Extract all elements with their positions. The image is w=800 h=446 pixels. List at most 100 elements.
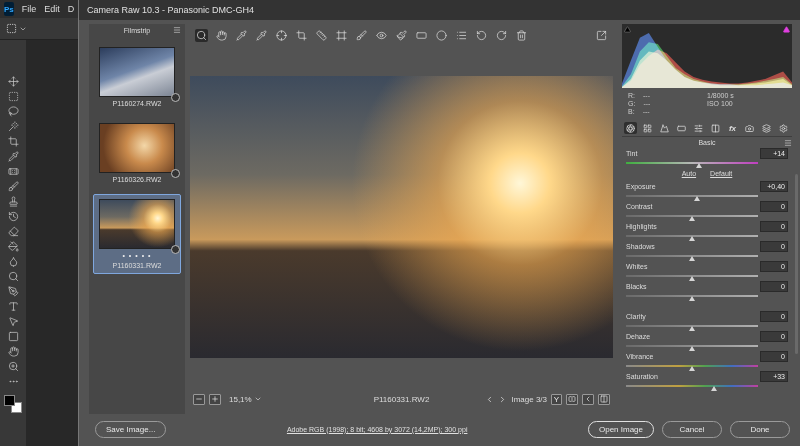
- slider-value[interactable]: 0: [760, 241, 788, 252]
- photoshop-logo[interactable]: Ps: [4, 2, 14, 16]
- rotate-right-button[interactable]: [495, 29, 508, 42]
- panel-tab[interactable]: [709, 122, 722, 134]
- slider-thumb[interactable]: [689, 326, 695, 331]
- slider-track[interactable]: [626, 195, 758, 197]
- paint-bucket-icon[interactable]: [8, 241, 19, 252]
- panel-tab[interactable]: [675, 122, 688, 134]
- menu-item[interactable]: D: [68, 4, 75, 14]
- scrollbar[interactable]: [795, 174, 798, 354]
- zoom-out-button[interactable]: [193, 394, 205, 405]
- panel-tab[interactable]: [777, 122, 790, 134]
- next-icon[interactable]: [498, 395, 507, 404]
- zoom-button[interactable]: [195, 29, 208, 42]
- auto-link[interactable]: Auto: [682, 170, 696, 177]
- slider-value[interactable]: +0,40: [760, 181, 788, 192]
- slider-track[interactable]: [626, 385, 758, 387]
- slider-value[interactable]: 0: [760, 221, 788, 232]
- slider-value[interactable]: +33: [760, 371, 788, 382]
- color-swatches[interactable]: [4, 395, 22, 413]
- red-eye-button[interactable]: [375, 29, 388, 42]
- blur-icon[interactable]: [8, 256, 19, 267]
- eyedropper-icon[interactable]: [8, 151, 19, 162]
- menu-icon[interactable]: [784, 139, 792, 147]
- trash-button[interactable]: [515, 29, 528, 42]
- slider-thumb[interactable]: [689, 236, 695, 241]
- crop-button[interactable]: [295, 29, 308, 42]
- straighten-button[interactable]: [315, 29, 328, 42]
- path-select-icon[interactable]: [8, 316, 19, 327]
- shape-icon[interactable]: [8, 331, 19, 342]
- slider-thumb[interactable]: [689, 296, 695, 301]
- crop-icon[interactable]: [8, 136, 19, 147]
- menu-item[interactable]: Edit: [44, 4, 60, 14]
- menu-item[interactable]: File: [22, 4, 37, 14]
- workflow-options-link[interactable]: Adobe RGB (1998); 8 bit; 4608 by 3072 (1…: [174, 426, 580, 433]
- panel-tab[interactable]: [692, 122, 705, 134]
- zoom-icon[interactable]: [8, 361, 19, 372]
- slider-thumb[interactable]: [696, 163, 702, 168]
- history-brush-icon[interactable]: [8, 211, 19, 222]
- adjustment-brush-button[interactable]: [395, 29, 408, 42]
- slider-value[interactable]: 0: [760, 261, 788, 272]
- target-adjust-button[interactable]: [275, 29, 288, 42]
- filmstrip-item[interactable]: P1160274.RW2: [93, 42, 181, 112]
- slider-track[interactable]: [626, 275, 758, 277]
- slider-value[interactable]: 0: [760, 201, 788, 212]
- slider-thumb[interactable]: [689, 256, 695, 261]
- slider-track[interactable]: [626, 365, 758, 367]
- panel-tab[interactable]: [624, 122, 637, 134]
- zoom-in-button[interactable]: [209, 394, 221, 405]
- slider-thumb[interactable]: [694, 196, 700, 201]
- slider-thumb[interactable]: [689, 346, 695, 351]
- panel-tab[interactable]: [658, 122, 671, 134]
- previous-icon[interactable]: [485, 395, 494, 404]
- hand-button[interactable]: [215, 29, 228, 42]
- radial-filter-button[interactable]: [435, 29, 448, 42]
- stamp-icon[interactable]: [8, 196, 19, 207]
- preview-image[interactable]: [190, 76, 613, 358]
- slider-value[interactable]: 0: [760, 281, 788, 292]
- slider-thumb[interactable]: [689, 216, 695, 221]
- white-balance-button[interactable]: [235, 29, 248, 42]
- thumbnail[interactable]: [99, 123, 175, 173]
- menu-icon[interactable]: [173, 26, 181, 34]
- hand-icon[interactable]: [8, 346, 19, 357]
- lasso-icon[interactable]: [8, 106, 19, 117]
- toggle-settings-button[interactable]: [598, 394, 610, 405]
- healing-icon[interactable]: [8, 166, 19, 177]
- slider-value[interactable]: 0: [760, 331, 788, 342]
- before-after-button[interactable]: Y: [551, 394, 562, 405]
- magic-wand-icon[interactable]: [8, 121, 19, 132]
- slider-value[interactable]: 0: [760, 351, 788, 362]
- slider-track[interactable]: [626, 295, 758, 297]
- highlight-clip-icon[interactable]: [783, 26, 790, 33]
- fullscreen-button[interactable]: [595, 29, 608, 42]
- cancel-button[interactable]: Cancel: [662, 421, 722, 438]
- transform-button[interactable]: [335, 29, 348, 42]
- slider-thumb[interactable]: [689, 276, 695, 281]
- star-rating[interactable]: • • • • •: [122, 252, 151, 259]
- panel-tab[interactable]: fx: [726, 122, 739, 134]
- pen-icon[interactable]: [8, 286, 19, 297]
- panel-tab[interactable]: [641, 122, 654, 134]
- graduated-filter-button[interactable]: [415, 29, 428, 42]
- slider-track[interactable]: [626, 162, 758, 164]
- slider-thumb[interactable]: [689, 366, 695, 371]
- type-icon[interactable]: [8, 301, 19, 312]
- foreground-swatch[interactable]: [4, 395, 15, 406]
- slider-track[interactable]: [626, 255, 758, 257]
- color-sampler-button[interactable]: [255, 29, 268, 42]
- eraser-icon[interactable]: [8, 226, 19, 237]
- slider-value[interactable]: +14: [760, 148, 788, 159]
- thumbnail[interactable]: [99, 199, 175, 249]
- spot-removal-button[interactable]: [355, 29, 368, 42]
- filmstrip-item[interactable]: P1160326.RW2: [93, 118, 181, 188]
- chevron-icon[interactable]: [19, 25, 27, 33]
- default-link[interactable]: Default: [710, 170, 732, 177]
- shadow-clip-icon[interactable]: [624, 26, 631, 33]
- done-button[interactable]: Done: [730, 421, 790, 438]
- open-image-button[interactable]: Open Image: [588, 421, 654, 438]
- slider-track[interactable]: [626, 325, 758, 327]
- panel-tab[interactable]: [743, 122, 756, 134]
- save-image-button[interactable]: Save Image...: [95, 421, 166, 438]
